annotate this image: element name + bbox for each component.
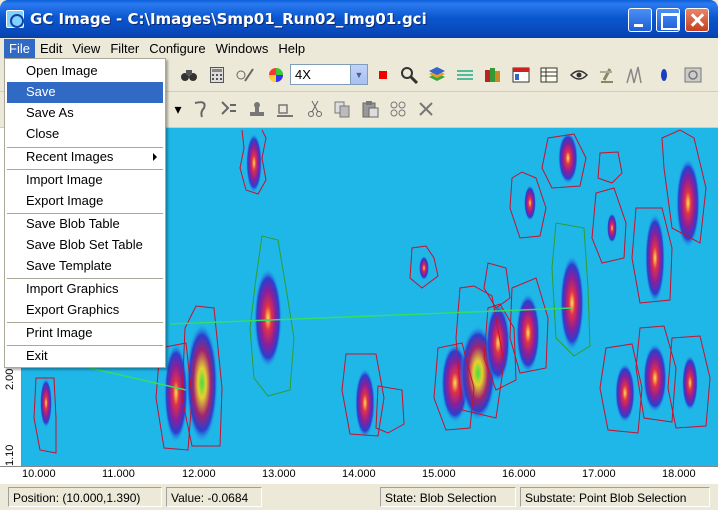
layers-icon[interactable] [428, 66, 446, 84]
books-icon[interactable] [484, 66, 502, 84]
menu-item-exit[interactable]: Exit [7, 346, 163, 367]
x-tick-label: 16.000 [502, 468, 536, 480]
x-axis: 10.000 11.000 12.000 13.000 14.000 15.00… [0, 466, 718, 484]
window-title: GC Image - C:\Images\Smp01_Run02_Img01.g… [30, 10, 427, 28]
status-position: Position: (10.000,1.390) [8, 487, 162, 507]
menu-help[interactable]: Help [273, 39, 310, 58]
menu-edit[interactable]: Edit [35, 39, 67, 58]
submenu-arrow-icon [153, 153, 157, 161]
menu-bar: File Edit View Filter Configure Windows … [0, 38, 718, 58]
menu-item-save-as[interactable]: Save As [7, 103, 163, 124]
title-bar: GC Image - C:\Images\Smp01_Run02_Img01.g… [0, 0, 718, 38]
y-tick-label: 2.00 [4, 368, 16, 390]
table-icon[interactable] [512, 66, 530, 84]
menu-view[interactable]: View [67, 39, 105, 58]
minimize-button[interactable] [628, 8, 652, 32]
chevron-down-icon[interactable]: ▼ [350, 65, 367, 84]
menu-item-recent-images[interactable]: Recent Images [7, 147, 163, 168]
menu-item-export-graphics[interactable]: Export Graphics [7, 300, 163, 321]
status-substate: Substate: Point Blob Selection [520, 487, 710, 507]
microscope-icon[interactable] [598, 66, 616, 84]
zoom-select[interactable]: 4X ▼ [290, 64, 368, 85]
menu-item-print-image[interactable]: Print Image [7, 323, 163, 344]
menu-item-open-image[interactable]: Open Image [7, 61, 163, 82]
calculator-icon[interactable] [208, 66, 226, 84]
cut-icon[interactable] [306, 100, 324, 118]
x-tick-label: 14.000 [342, 468, 376, 480]
maximize-button[interactable] [656, 8, 680, 32]
chevron-down-icon[interactable]: ▾ [174, 100, 182, 118]
delete-icon[interactable] [417, 100, 435, 118]
x-tick-label: 15.000 [422, 468, 456, 480]
binoculars-icon[interactable] [180, 66, 198, 84]
group-icon[interactable] [389, 100, 407, 118]
blob-icon[interactable] [655, 66, 673, 84]
menu-item-export-image[interactable]: Export Image [7, 191, 163, 212]
close-button[interactable] [685, 8, 709, 32]
recent-images-label: Recent Images [26, 149, 114, 164]
merge-icon[interactable] [220, 100, 238, 118]
menu-configure[interactable]: Configure [144, 39, 210, 58]
x-tick-label: 13.000 [262, 468, 296, 480]
camera-icon[interactable] [684, 66, 702, 84]
menu-item-save-blob-table[interactable]: Save Blob Table [7, 214, 163, 235]
x-tick-label: 18.000 [662, 468, 696, 480]
eye-icon[interactable] [570, 66, 588, 84]
menu-item-save-template[interactable]: Save Template [7, 256, 163, 277]
baseline-icon[interactable] [456, 66, 474, 84]
app-icon[interactable] [6, 10, 24, 28]
menu-item-import-image[interactable]: Import Image [7, 170, 163, 191]
menu-item-close[interactable]: Close [7, 124, 163, 145]
chart-icon[interactable] [540, 66, 558, 84]
menu-windows[interactable]: Windows [211, 39, 274, 58]
x-tick-label: 11.000 [102, 468, 135, 480]
colormap-icon[interactable] [267, 66, 285, 84]
menu-item-save[interactable]: Save [7, 82, 163, 103]
stamp-icon[interactable] [248, 100, 266, 118]
pencil-icon[interactable] [236, 66, 254, 84]
magnify-icon[interactable] [400, 66, 418, 84]
menu-item-import-graphics[interactable]: Import Graphics [7, 279, 163, 300]
x-tick-label: 17.000 [582, 468, 616, 480]
menu-item-save-blob-set-table[interactable]: Save Blob Set Table [7, 235, 163, 256]
status-value: Value: -0.0684 [166, 487, 262, 507]
menu-file[interactable]: File [4, 38, 35, 58]
status-state: State: Blob Selection [380, 487, 516, 507]
copy-icon[interactable] [333, 100, 351, 118]
status-bar: Position: (10.000,1.390) Value: -0.0684 … [0, 484, 718, 510]
x-tick-label: 12.000 [182, 468, 216, 480]
x-tick-label: 10.000 [22, 468, 56, 480]
erase-icon[interactable] [276, 100, 294, 118]
y-tick-label: 1.10 [4, 444, 16, 466]
zoom-value: 4X [295, 67, 311, 82]
menu-filter[interactable]: Filter [105, 39, 144, 58]
paste-icon[interactable] [361, 100, 379, 118]
stop-icon[interactable] [374, 66, 392, 84]
lasso-icon[interactable] [192, 100, 210, 118]
file-menu-dropdown: Open Image Save Save As Close Recent Ima… [4, 58, 166, 368]
peaks-icon[interactable] [626, 66, 644, 84]
